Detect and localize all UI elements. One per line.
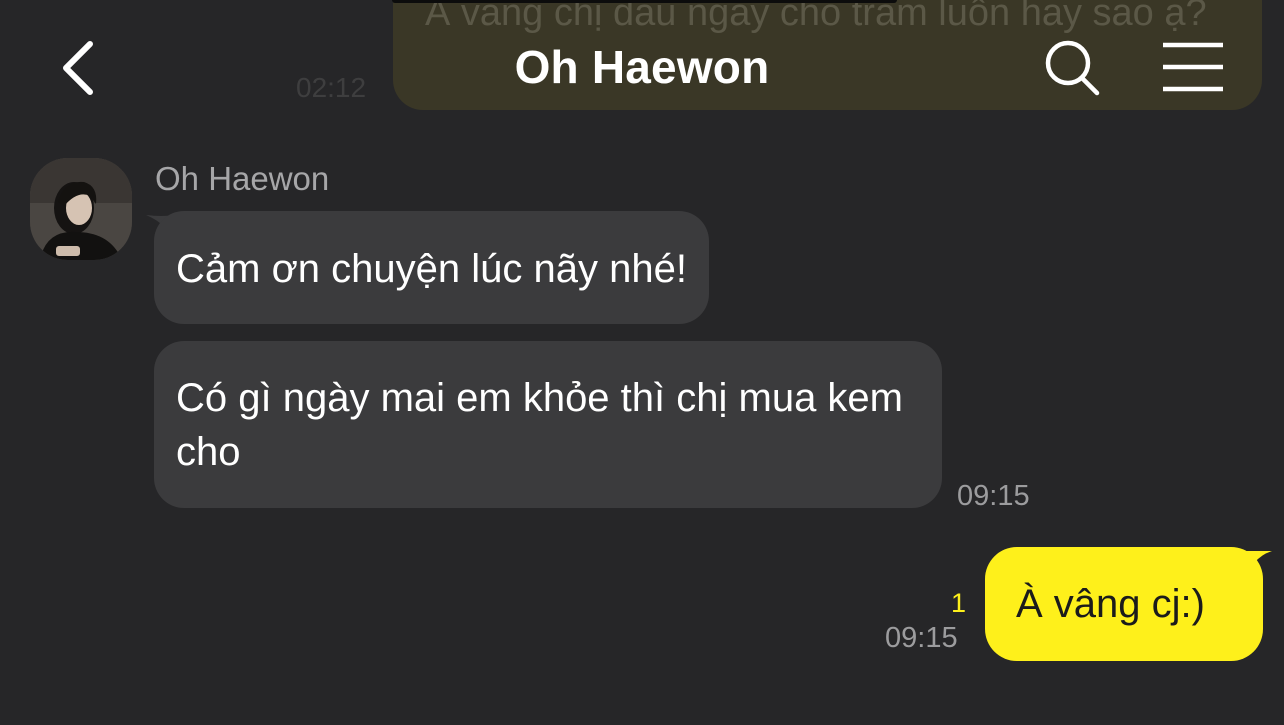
profile-photo: [30, 158, 132, 260]
chat-screen: À vâng chị đau ngày cho trăm luôn hay sa…: [0, 0, 1284, 725]
avatar[interactable]: [30, 158, 132, 260]
search-icon[interactable]: [1042, 38, 1102, 98]
outgoing-message-bubble[interactable]: À vâng cj:): [985, 547, 1263, 661]
message-time: 09:15: [885, 622, 958, 654]
incoming-message-bubble[interactable]: Có gì ngày mai em khỏe thì chị mua kem c…: [154, 341, 942, 508]
message-time: 09:15: [957, 480, 1030, 512]
message-text: Cảm ơn chuyện lúc nãy nhé!: [176, 247, 687, 291]
message-text: À vâng cj:): [1016, 582, 1205, 626]
hamburger-menu-icon[interactable]: [1160, 40, 1226, 94]
message-text: Có gì ngày mai em khỏe thì chị mua kem c…: [176, 376, 903, 474]
unread-count: 1: [951, 588, 967, 618]
sender-name: Oh Haewon: [155, 160, 330, 197]
incoming-message-bubble[interactable]: Cảm ơn chuyện lúc nãy nhé!: [154, 211, 709, 324]
chat-header: Oh Haewon: [0, 0, 1284, 130]
